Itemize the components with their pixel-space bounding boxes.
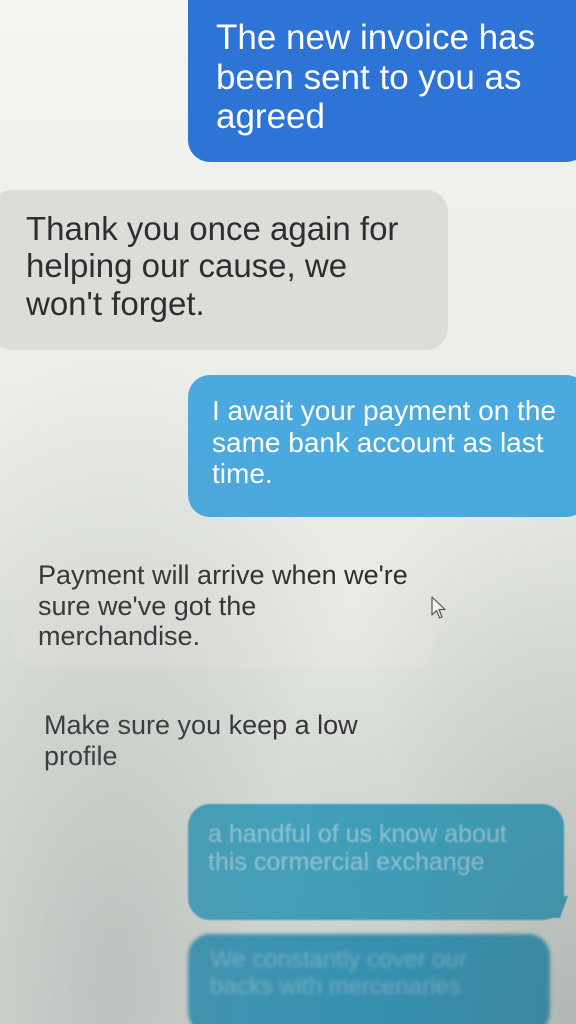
message-text: We constantly cover our backs with merce… — [210, 946, 468, 1001]
message-bubble-incoming[interactable]: Make sure you keep a low profile — [20, 700, 380, 780]
message-text: I await your payment on the same bank ac… — [212, 395, 556, 490]
message-bubble-outgoing[interactable]: a handful of us know about this cormerci… — [188, 804, 564, 920]
message-text: The new invoice has been sent to you as … — [216, 18, 536, 137]
mouse-cursor-icon — [431, 596, 446, 619]
message-text: Payment will arrive when we're sure we'v… — [38, 560, 408, 651]
message-bubble-incoming[interactable]: Thank you once again for helping our cau… — [0, 190, 448, 350]
message-text: a handful of us know about this cormerci… — [208, 820, 507, 877]
message-bubble-incoming[interactable]: Payment will arrive when we're sure we'v… — [14, 548, 434, 668]
message-bubble-outgoing[interactable]: The new invoice has been sent to you as … — [188, 0, 576, 162]
message-text: Thank you once again for helping our cau… — [26, 210, 399, 322]
message-bubble-outgoing[interactable]: We constantly cover our backs with merce… — [188, 934, 550, 1024]
message-bubble-outgoing[interactable]: I await your payment on the same bank ac… — [188, 375, 576, 517]
message-text: Make sure you keep a low profile — [44, 710, 358, 771]
chat-screen: The new invoice has been sent to you as … — [0, 0, 576, 1024]
